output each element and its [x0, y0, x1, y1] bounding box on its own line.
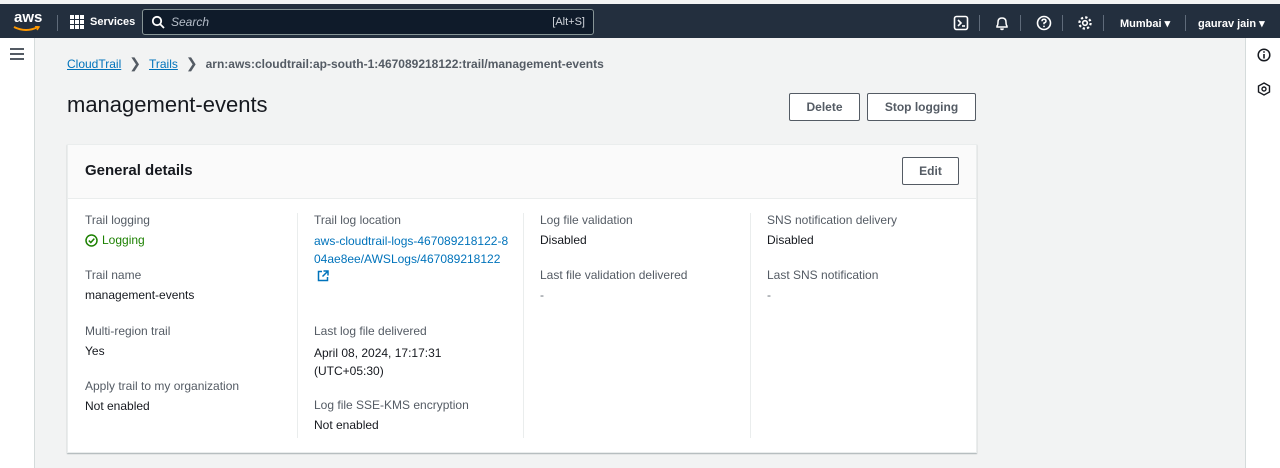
delete-button[interactable]: Delete — [789, 93, 860, 121]
panel-title: General details — [85, 162, 193, 179]
last-delivered-value: April 08, 2024, 17:17:31 (UTC+05:30) — [314, 346, 442, 378]
trail-name-label: Trail name — [85, 268, 142, 282]
page-title: management-events — [67, 92, 268, 117]
services-menu-button[interactable]: Services — [70, 15, 135, 29]
details-column-4: SNS notification delivery Disabled Last … — [750, 213, 976, 438]
services-label: Services — [90, 16, 136, 28]
trail-name-value: management-events — [85, 288, 195, 302]
search-shortcut: [Alt+S] — [552, 16, 585, 28]
trail-logging-value: Logging — [102, 233, 145, 247]
details-column-2: Trail log location aws-cloudtrail-logs-4… — [297, 213, 523, 438]
search-input[interactable] — [171, 15, 553, 29]
services-grid-icon — [70, 15, 84, 29]
sns-label: SNS notification delivery — [767, 213, 898, 227]
aws-logo[interactable]: aws — [10, 7, 46, 35]
region-selector[interactable]: Mumbai ▾ — [1120, 17, 1170, 30]
general-details-panel: General details Edit Trail logging Loggi… — [67, 144, 977, 453]
last-sns-label: Last SNS notification — [767, 268, 879, 282]
log-location-link[interactable]: aws-cloudtrail-logs-467089218122-804ae8e… — [314, 232, 509, 286]
chevron-right-icon: ❯ — [129, 55, 141, 71]
nav-separator — [1103, 15, 1104, 31]
sns-value: Disabled — [767, 233, 814, 247]
edit-button[interactable]: Edit — [902, 157, 959, 185]
log-location-value[interactable]: aws-cloudtrail-logs-467089218122-804ae8e… — [314, 234, 508, 266]
feedback-icon[interactable] — [1257, 82, 1271, 96]
panel-header: General details Edit — [68, 145, 976, 199]
details-column-1: Trail logging Logging Trail name managem… — [85, 213, 295, 438]
search-icon — [151, 15, 165, 29]
breadcrumb-cloudtrail[interactable]: CloudTrail — [67, 57, 121, 71]
left-rail — [0, 38, 35, 468]
apply-org-label: Apply trail to my organization — [85, 379, 240, 393]
settings-icon[interactable] — [1077, 15, 1093, 31]
multi-region-value: Yes — [85, 344, 105, 358]
validation-label: Log file validation — [540, 213, 633, 227]
external-link-icon — [317, 270, 329, 282]
details-columns: Trail logging Logging Trail name managem… — [68, 213, 976, 438]
nav-separator — [1185, 15, 1186, 31]
breadcrumb-current: arn:aws:cloudtrail:ap-south-1:4670892181… — [205, 56, 604, 71]
last-validation-label: Last file validation delivered — [540, 268, 688, 282]
right-rail — [1245, 38, 1280, 468]
last-sns-value: - — [767, 288, 771, 302]
details-column-3: Log file validation Disabled Last file v… — [523, 213, 750, 438]
log-location-label: Trail log location — [314, 213, 401, 227]
hamburger-menu-icon[interactable] — [10, 48, 24, 63]
last-delivered-label: Last log file delivered — [314, 324, 427, 338]
sse-kms-label: Log file SSE-KMS encryption — [314, 398, 469, 412]
user-menu[interactable]: gaurav jain ▾ — [1198, 17, 1265, 30]
top-navigation: aws Services [Alt+S] — [0, 0, 1280, 38]
breadcrumb: CloudTrail ❯ Trails ❯ arn:aws:cloudtrail… — [67, 55, 604, 72]
trail-logging-label: Trail logging — [85, 213, 150, 227]
search-bar[interactable]: [Alt+S] — [142, 9, 594, 35]
trail-logging-status: Logging — [85, 233, 145, 247]
breadcrumb-trails[interactable]: Trails — [149, 57, 178, 71]
status-check-icon — [85, 233, 98, 247]
aws-logo-text: aws — [14, 9, 43, 26]
stop-logging-button[interactable]: Stop logging — [867, 93, 976, 121]
help-icon[interactable] — [1036, 15, 1052, 31]
aws-smile-icon — [13, 26, 41, 31]
last-validation-value: - — [540, 288, 544, 302]
info-icon[interactable] — [1257, 48, 1271, 62]
nav-separator — [57, 15, 58, 31]
nav-separator — [1020, 15, 1021, 31]
multi-region-label: Multi-region trail — [85, 324, 171, 338]
bell-icon[interactable] — [994, 15, 1010, 31]
sse-kms-value: Not enabled — [314, 418, 379, 432]
chevron-right-icon: ❯ — [185, 55, 198, 71]
apply-org-value: Not enabled — [85, 399, 150, 413]
nav-separator — [979, 15, 980, 31]
validation-value: Disabled — [540, 233, 587, 247]
cloudshell-icon[interactable] — [953, 15, 969, 31]
nav-separator — [1062, 15, 1063, 31]
